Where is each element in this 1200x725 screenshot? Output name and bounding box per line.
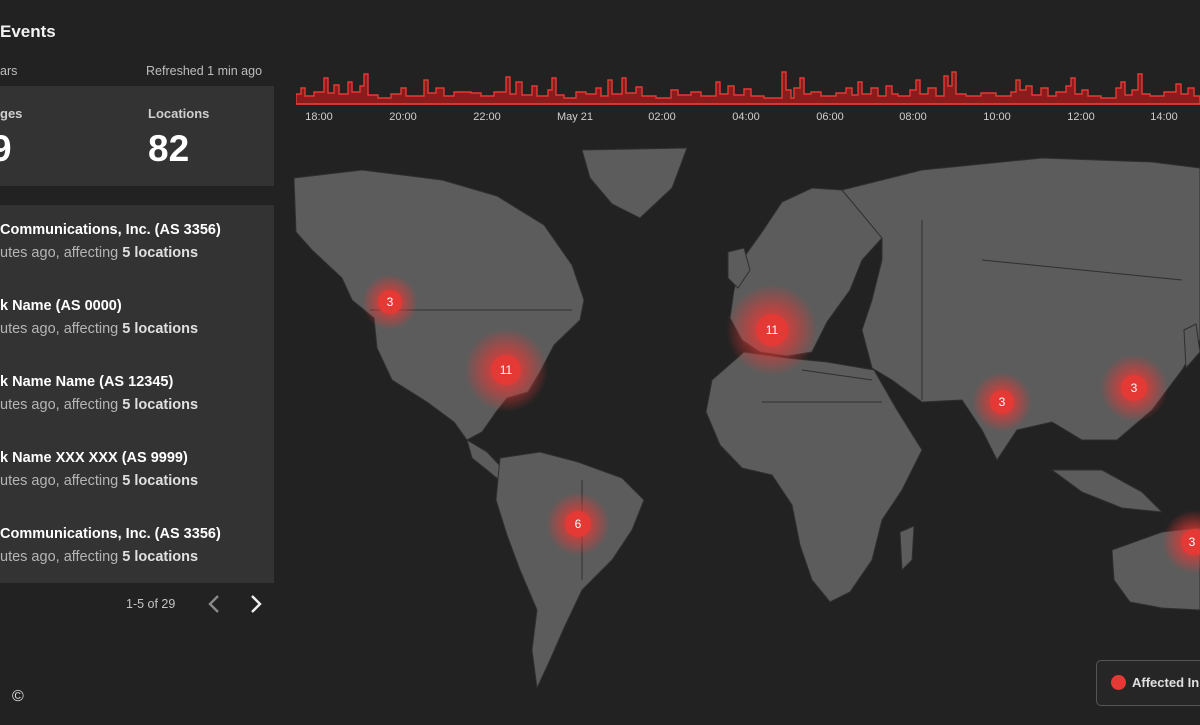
greenland (581, 147, 688, 219)
world-map-land (293, 147, 1200, 690)
refreshed-label: Refreshed 1 min ago (146, 64, 263, 78)
chevron-left-icon (208, 595, 219, 613)
event-title: Communications, Inc. (AS 3356) (0, 222, 221, 238)
event-subtitle: utes ago, affecting 5 locations (0, 245, 199, 261)
legend-dot-icon (1111, 675, 1126, 690)
timeline[interactable]: 18:00 20:00 22:00 May 21 02:00 04:00 06:… (296, 68, 1200, 126)
chevron-right-icon (251, 595, 262, 613)
timeline-sparkline (296, 71, 1200, 105)
next-page-button[interactable] (244, 590, 268, 618)
timeline-tick: 18:00 (305, 111, 333, 123)
event-subtitle: utes ago, affecting 5 locations (0, 473, 199, 489)
africa (705, 351, 923, 603)
event-subtitle: utes ago, affecting 5 locations (0, 321, 199, 337)
map-marker-label[interactable]: 11 (766, 323, 778, 337)
north-america (293, 169, 585, 441)
timeline-tick: 08:00 (899, 111, 927, 123)
map-marker-label[interactable]: 3 (999, 395, 1006, 409)
map-legend: Affected In (1096, 660, 1200, 706)
map-marker-label[interactable]: 3 (1189, 535, 1196, 549)
event-title: k Name Name (AS 12345) (0, 374, 174, 390)
timeline-tick: 22:00 (473, 111, 501, 123)
event-title: k Name XXX XXX (AS 9999) (0, 450, 188, 466)
stats-panel: ges 9 Locations 82 (0, 86, 274, 186)
madagascar (899, 525, 915, 572)
events-list: Communications, Inc. (AS 3356) utes ago,… (0, 205, 274, 583)
timeline-tick: 12:00 (1067, 111, 1095, 123)
map-marker-label[interactable]: 3 (1131, 381, 1138, 395)
event-title: k Name (AS 0000) (0, 298, 122, 314)
prev-page-button[interactable] (202, 590, 226, 618)
event-subtitle: utes ago, affecting 5 locations (0, 397, 199, 413)
copyright: © (12, 688, 24, 705)
timeline-tick: 04:00 (732, 111, 760, 123)
legend-label: Affected In (1132, 675, 1200, 690)
timeline-tick: 10:00 (983, 111, 1011, 123)
locations-value: 82 (148, 128, 190, 169)
time-range-label: ars (0, 64, 18, 78)
locations-label: Locations (148, 106, 210, 121)
event-title: Communications, Inc. (AS 3356) (0, 526, 221, 542)
outages-label: ges (0, 106, 23, 121)
map-marker-label[interactable]: 3 (387, 295, 394, 309)
event-subtitle: utes ago, affecting 5 locations (0, 549, 199, 565)
pagination-text: 1-5 of 29 (126, 597, 176, 611)
map-marker-label[interactable]: 6 (575, 517, 582, 531)
timeline-tick: May 21 (556, 111, 594, 123)
timeline-tick: 06:00 (816, 111, 844, 123)
south-america (495, 451, 645, 690)
outages-value: 9 (0, 128, 12, 169)
timeline-tick: 14:00 (1150, 111, 1178, 123)
timeline-tick: 02:00 (648, 111, 676, 123)
world-map[interactable]: 3 11 11 3 3 6 3 (282, 140, 1200, 720)
southeast-asia-islands (1050, 469, 1164, 513)
page-title: Events (0, 22, 56, 41)
timeline-tick: 20:00 (389, 111, 417, 123)
map-marker-label[interactable]: 11 (500, 363, 512, 377)
